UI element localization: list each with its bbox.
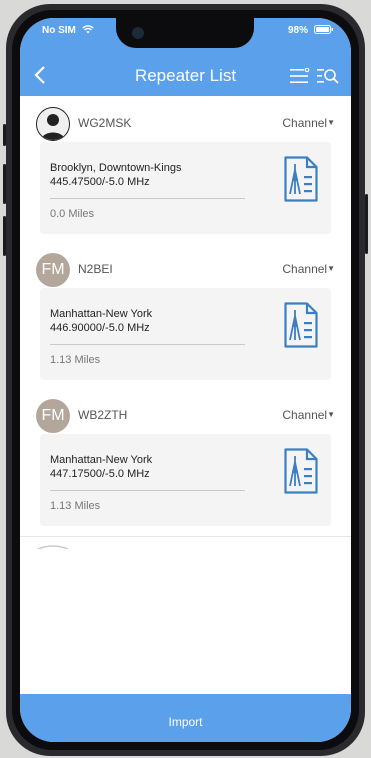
caret-down-icon: ▼ [327, 410, 335, 419]
callsign: WG2MSK [78, 116, 132, 130]
carrier-text: No SIM [42, 25, 76, 36]
callsign: N2BEI [78, 262, 113, 276]
repeater-location: Brooklyn, Downtown-Kings [50, 162, 182, 174]
repeater-item[interactable]: FM N2BEI Channel▼ Manhattan-New York 446… [20, 244, 351, 391]
repeater-detail-button[interactable] [284, 448, 318, 499]
front-camera [132, 27, 144, 39]
phone-bezel: No SIM 98% Repeater List WG2MSK Channel▼… [12, 10, 359, 750]
user-avatar-icon [41, 114, 65, 140]
list-filter-icon [290, 67, 310, 83]
repeater-frequency: 446.90000/-5.0 MHz [50, 322, 150, 334]
repeater-detail-button[interactable] [284, 302, 318, 353]
repeater-card[interactable]: Brooklyn, Downtown-Kings 445.47500/-5.0 … [40, 142, 331, 234]
filter-button[interactable] [290, 67, 310, 89]
battery-percent: 98% [288, 25, 309, 36]
repeater-item[interactable]: WG2MSK Channel▼ Brooklyn, Downtown-Kings… [20, 98, 351, 245]
repeater-distance: 0.0 Miles [50, 208, 95, 220]
screen: No SIM 98% Repeater List WG2MSK Channel▼… [20, 18, 351, 742]
avatar: FM [36, 399, 70, 433]
search-list-icon [317, 69, 339, 84]
power-button [365, 194, 368, 254]
card-divider [50, 198, 245, 199]
card-divider [50, 490, 245, 491]
tower-document-icon [284, 448, 318, 494]
channel-label: Channel [282, 116, 328, 130]
phone-frame: No SIM 98% Repeater List WG2MSK Channel▼… [3, 4, 368, 756]
repeater-distance: 1.13 Miles [50, 354, 101, 366]
tower-document-icon [284, 156, 318, 202]
repeater-location: Manhattan-New York [50, 454, 153, 466]
repeater-card[interactable]: Manhattan-New York 446.90000/-5.0 MHz 1.… [40, 288, 331, 380]
battery-status: 98% [288, 25, 334, 36]
mute-switch [3, 124, 6, 146]
avatar [36, 107, 70, 141]
repeater-item[interactable]: FM WB2ZTH Channel▼ Manhattan-New York 44… [20, 390, 351, 537]
repeater-frequency: 445.47500/-5.0 MHz [50, 176, 150, 188]
avatar-edge [37, 545, 69, 550]
channel-dropdown[interactable]: Channel▼ [282, 262, 335, 276]
import-button[interactable]: Import [20, 694, 351, 742]
list-item-partial [20, 536, 351, 550]
repeater-frequency: 447.17500/-5.0 MHz [50, 468, 150, 480]
callsign: WB2ZTH [78, 408, 128, 422]
volume-down-button [3, 216, 6, 256]
camera-notch [116, 18, 254, 48]
import-label: Import [168, 715, 203, 729]
repeater-location: Manhattan-New York [50, 308, 153, 320]
caret-down-icon: ▼ [327, 118, 335, 127]
card-divider [50, 344, 245, 345]
search-button[interactable] [317, 68, 339, 89]
repeater-distance: 1.13 Miles [50, 500, 101, 512]
channel-label: Channel [282, 408, 328, 422]
battery-icon [313, 25, 333, 34]
wifi-icon [81, 25, 94, 34]
carrier-status: No SIM [42, 25, 94, 36]
channel-dropdown[interactable]: Channel▼ [282, 408, 335, 422]
volume-up-button [3, 164, 6, 204]
repeater-card[interactable]: Manhattan-New York 447.17500/-5.0 MHz 1.… [40, 434, 331, 526]
avatar: FM [36, 253, 70, 287]
channel-dropdown[interactable]: Channel▼ [282, 116, 335, 130]
caret-down-icon: ▼ [327, 264, 335, 273]
channel-label: Channel [282, 262, 328, 276]
tower-document-icon [284, 302, 318, 348]
repeater-detail-button[interactable] [284, 156, 318, 207]
